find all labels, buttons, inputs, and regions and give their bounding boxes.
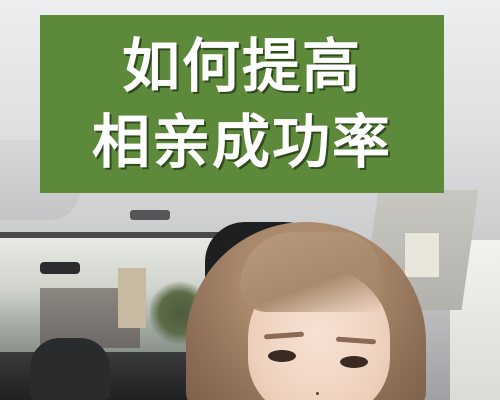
title-line-2: 相亲成功率 — [91, 108, 392, 176]
person-bangs — [240, 232, 380, 312]
title-banner: 如何提高 相亲成功率 — [40, 15, 444, 193]
title-line-1: 如何提高 — [121, 32, 362, 100]
mole — [316, 392, 319, 395]
right-eye — [340, 356, 368, 368]
left-eye — [268, 350, 296, 362]
street-sign — [118, 268, 146, 328]
video-frame: 如何提高 相亲成功率 — [0, 0, 500, 400]
rearview-mirror — [130, 210, 170, 220]
visor-label — [404, 232, 440, 278]
side-mirror — [40, 262, 80, 274]
passenger-headrest — [30, 338, 110, 400]
